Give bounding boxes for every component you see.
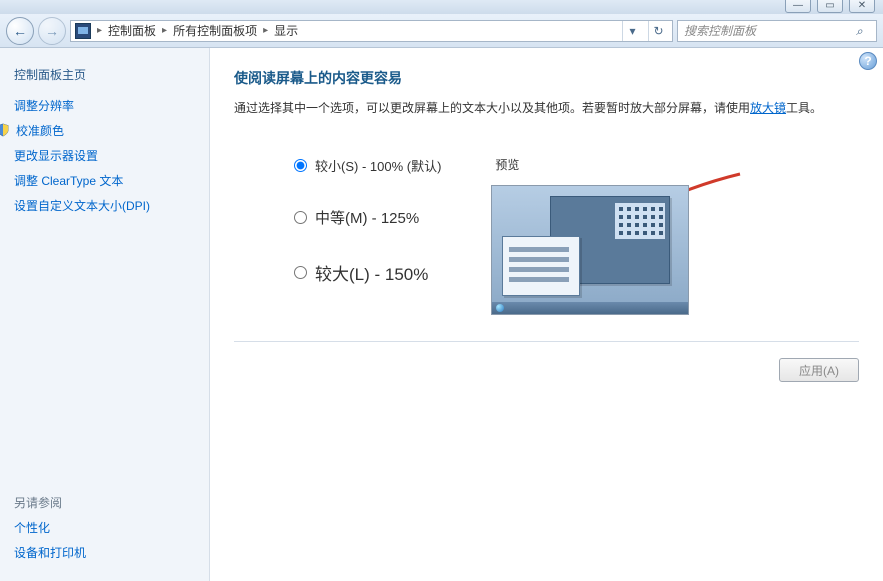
sidebar-link-calibrate-color[interactable]: 校准颜色 — [14, 122, 195, 139]
navigation-bar: ← → ▸ 控制面板 ▸ 所有控制面板项 ▸ 显示 ▾ ↻ 搜索控制面板 ⌕ — [0, 14, 883, 48]
breadcrumb-sep: ▸ — [162, 25, 167, 36]
back-button[interactable]: ← — [6, 17, 34, 45]
page-title: 使阅读屏幕上的内容更容易 — [234, 68, 859, 88]
close-button[interactable]: ✕ — [849, 0, 875, 13]
breadcrumb-item[interactable]: 显示 — [274, 22, 298, 39]
sidebar-link-label: 校准颜色 — [16, 124, 64, 138]
breadcrumb-item[interactable]: 所有控制面板项 — [173, 22, 257, 39]
scale-label: 较小(S) - 100% (默认) — [315, 156, 441, 175]
scale-radio-small[interactable] — [294, 159, 307, 172]
sidebar-link-cleartype[interactable]: 调整 ClearType 文本 — [14, 172, 195, 189]
scale-label: 较大(L) - 150% — [315, 260, 428, 285]
window-titlebar: — ▭ ✕ — [0, 0, 883, 14]
help-icon[interactable]: ? — [859, 52, 877, 70]
preview-section: 预览 — [491, 156, 689, 317]
scale-option-medium[interactable]: 中等(M) - 125% — [294, 207, 441, 228]
search-icon[interactable]: ⌕ — [856, 24, 870, 38]
sidebar-link-custom-dpi[interactable]: 设置自定义文本大小(DPI) — [14, 197, 195, 214]
shield-icon — [0, 123, 10, 137]
search-box[interactable]: 搜索控制面板 ⌕ — [677, 20, 877, 42]
see-also-personalization[interactable]: 个性化 — [14, 519, 86, 536]
main-content: ? 使阅读屏幕上的内容更容易 通过选择其中一个选项，可以更改屏幕上的文本大小以及… — [210, 48, 883, 581]
scale-option-small[interactable]: 较小(S) - 100% (默认) — [294, 156, 441, 175]
scale-radio-medium[interactable] — [294, 211, 307, 224]
see-also-devices-printers[interactable]: 设备和打印机 — [14, 544, 86, 561]
window-controls: — ▭ ✕ — [785, 0, 875, 13]
sidebar-heading: 控制面板主页 — [14, 66, 195, 83]
preview-window-icon — [502, 236, 580, 296]
maximize-button[interactable]: ▭ — [817, 0, 843, 13]
desc-text-post: 工具。 — [786, 101, 822, 115]
sidebar-link-resolution[interactable]: 调整分辨率 — [14, 97, 195, 114]
magnifier-link[interactable]: 放大镜 — [750, 101, 786, 115]
apply-button[interactable]: 应用(A) — [779, 358, 859, 382]
forward-button[interactable]: → — [38, 17, 66, 45]
separator — [234, 341, 859, 342]
breadcrumb-sep: ▸ — [97, 25, 102, 36]
search-placeholder: 搜索控制面板 — [684, 22, 756, 39]
control-panel-icon — [75, 23, 91, 39]
breadcrumb-item[interactable]: 控制面板 — [108, 22, 156, 39]
sidebar: 控制面板主页 调整分辨率 校准颜色 更改显示器设置 调整 ClearType 文… — [0, 48, 210, 581]
scale-option-large[interactable]: 较大(L) - 150% — [294, 260, 441, 285]
sidebar-link-display-settings[interactable]: 更改显示器设置 — [14, 147, 195, 164]
preview-label: 预览 — [495, 156, 689, 173]
page-description: 通过选择其中一个选项，可以更改屏幕上的文本大小以及其他项。若要暂时放大部分屏幕，… — [234, 98, 859, 118]
scale-options: 较小(S) - 100% (默认) 中等(M) - 125% 较大(L) - 1… — [294, 156, 441, 317]
scale-label: 中等(M) - 125% — [315, 207, 419, 228]
refresh-icon[interactable]: ↻ — [648, 21, 668, 41]
address-dropdown-icon[interactable]: ▾ — [622, 21, 642, 41]
minimize-button[interactable]: — — [785, 0, 811, 13]
desc-text-pre: 通过选择其中一个选项，可以更改屏幕上的文本大小以及其他项。若要暂时放大部分屏幕，… — [234, 101, 750, 115]
see-also-heading: 另请参阅 — [14, 494, 86, 511]
breadcrumb-sep: ▸ — [263, 25, 268, 36]
preview-taskbar-icon — [492, 302, 688, 314]
address-bar[interactable]: ▸ 控制面板 ▸ 所有控制面板项 ▸ 显示 ▾ ↻ — [70, 20, 673, 42]
preview-image — [491, 185, 689, 315]
scale-radio-large[interactable] — [294, 266, 307, 279]
see-also-section: 另请参阅 个性化 设备和打印机 — [14, 494, 86, 569]
